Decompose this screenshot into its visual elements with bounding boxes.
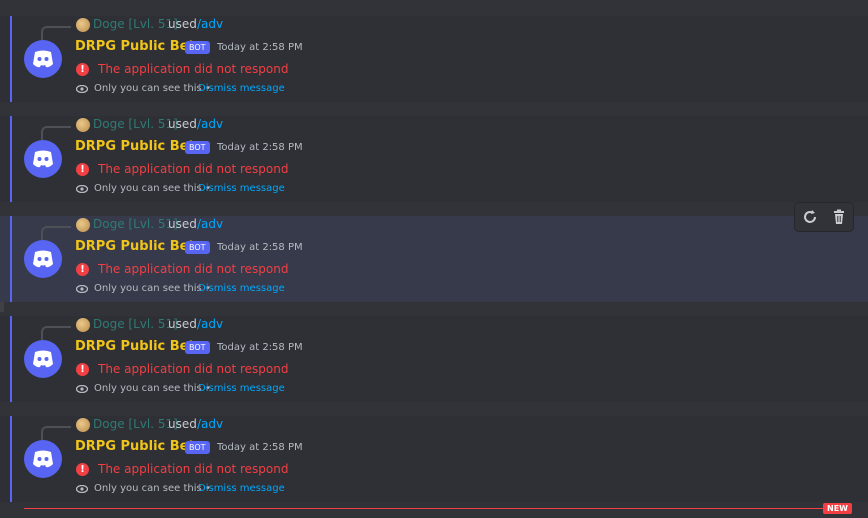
bot-tag: BOT — [185, 441, 210, 454]
ephemeral-note: Only you can see this • — [94, 83, 211, 94]
ephemeral-note: Only you can see this • — [94, 383, 211, 394]
reply-command[interactable]: /adv — [197, 317, 223, 331]
message-item: Doge [Lvl. 51] used /adv DRPG Public Bet… — [0, 316, 868, 402]
reply-connector — [41, 226, 71, 240]
eye-icon — [76, 185, 88, 193]
reply-used-label: used — [168, 317, 197, 331]
ephemeral-note: Only you can see this • — [94, 183, 211, 194]
reply-connector — [41, 326, 71, 340]
discord-logo-icon — [33, 150, 53, 168]
error-icon: ! — [76, 63, 89, 76]
bot-avatar[interactable] — [24, 40, 62, 78]
error-icon: ! — [76, 363, 89, 376]
discord-logo-icon — [33, 350, 53, 368]
message-timestamp[interactable]: Today at 2:58 PM — [217, 242, 303, 253]
trash-icon[interactable] — [830, 208, 848, 226]
reply-command[interactable]: /adv — [197, 417, 223, 431]
bot-tag: BOT — [185, 141, 210, 154]
reply-username[interactable]: Doge [Lvl. 51] — [93, 317, 178, 331]
discord-logo-icon — [33, 50, 53, 68]
error-icon: ! — [76, 463, 89, 476]
ephemeral-bar — [10, 216, 12, 302]
ephemeral-bar — [10, 316, 12, 402]
ephemeral-bar — [10, 16, 12, 102]
dismiss-message-link[interactable]: Dismiss message — [198, 183, 285, 194]
dismiss-message-link[interactable]: Dismiss message — [198, 483, 285, 494]
message-timestamp[interactable]: Today at 2:58 PM — [217, 142, 303, 153]
bot-tag: BOT — [185, 41, 210, 54]
retry-icon[interactable] — [801, 208, 819, 226]
doge-avatar-icon[interactable] — [76, 18, 90, 32]
reply-command[interactable]: /adv — [197, 117, 223, 131]
reply-username[interactable]: Doge [Lvl. 51] — [93, 17, 178, 31]
discord-logo-icon — [33, 450, 53, 468]
new-badge: NEW — [823, 503, 852, 514]
eye-icon — [76, 85, 88, 93]
reply-connector — [41, 26, 71, 40]
reply-used-label: used — [168, 217, 197, 231]
error-text: The application did not respond — [98, 262, 289, 276]
reply-used-label: used — [168, 117, 197, 131]
eye-icon — [76, 285, 88, 293]
discord-logo-icon — [33, 250, 53, 268]
reply-connector — [41, 126, 71, 140]
error-text: The application did not respond — [98, 462, 289, 476]
dismiss-message-link[interactable]: Dismiss message — [198, 283, 285, 294]
error-icon: ! — [76, 163, 89, 176]
error-text: The application did not respond — [98, 62, 289, 76]
doge-avatar-icon[interactable] — [76, 318, 90, 332]
message-item: Doge [Lvl. 51] used /adv DRPG Public Bet… — [0, 416, 868, 502]
bot-tag: BOT — [185, 341, 210, 354]
ephemeral-note: Only you can see this • — [94, 283, 211, 294]
reply-connector — [41, 426, 71, 440]
error-text: The application did not respond — [98, 162, 289, 176]
ephemeral-bar — [10, 116, 12, 202]
new-messages-divider — [24, 508, 824, 509]
bot-avatar[interactable] — [24, 240, 62, 278]
bot-avatar[interactable] — [24, 340, 62, 378]
reply-username[interactable]: Doge [Lvl. 51] — [93, 217, 178, 231]
message-item: Doge [Lvl. 51] used /adv DRPG Public Bet… — [0, 216, 868, 302]
reply-used-label: used — [168, 17, 197, 31]
reply-command[interactable]: /adv — [197, 217, 223, 231]
reply-command[interactable]: /adv — [197, 17, 223, 31]
reply-used-label: used — [168, 417, 197, 431]
chat-message-list: Doge [Lvl. 51] used /adv DRPG Public Bet… — [0, 0, 868, 518]
message-item: Doge [Lvl. 51] used /adv DRPG Public Bet… — [0, 16, 868, 102]
message-timestamp[interactable]: Today at 2:58 PM — [217, 42, 303, 53]
ephemeral-bar — [10, 416, 12, 502]
dismiss-message-link[interactable]: Dismiss message — [198, 83, 285, 94]
bot-tag: BOT — [185, 241, 210, 254]
bot-avatar[interactable] — [24, 440, 62, 478]
ephemeral-note: Only you can see this • — [94, 483, 211, 494]
doge-avatar-icon[interactable] — [76, 118, 90, 132]
message-timestamp[interactable]: Today at 2:58 PM — [217, 342, 303, 353]
doge-avatar-icon[interactable] — [76, 218, 90, 232]
message-hover-toolbar — [795, 203, 853, 231]
error-text: The application did not respond — [98, 362, 289, 376]
eye-icon — [76, 385, 88, 393]
message-item: Doge [Lvl. 51] used /adv DRPG Public Bet… — [0, 116, 868, 202]
eye-icon — [76, 485, 88, 493]
doge-avatar-icon[interactable] — [76, 418, 90, 432]
reply-username[interactable]: Doge [Lvl. 51] — [93, 117, 178, 131]
dismiss-message-link[interactable]: Dismiss message — [198, 383, 285, 394]
reply-username[interactable]: Doge [Lvl. 51] — [93, 417, 178, 431]
bot-avatar[interactable] — [24, 140, 62, 178]
error-icon: ! — [76, 263, 89, 276]
message-timestamp[interactable]: Today at 2:58 PM — [217, 442, 303, 453]
